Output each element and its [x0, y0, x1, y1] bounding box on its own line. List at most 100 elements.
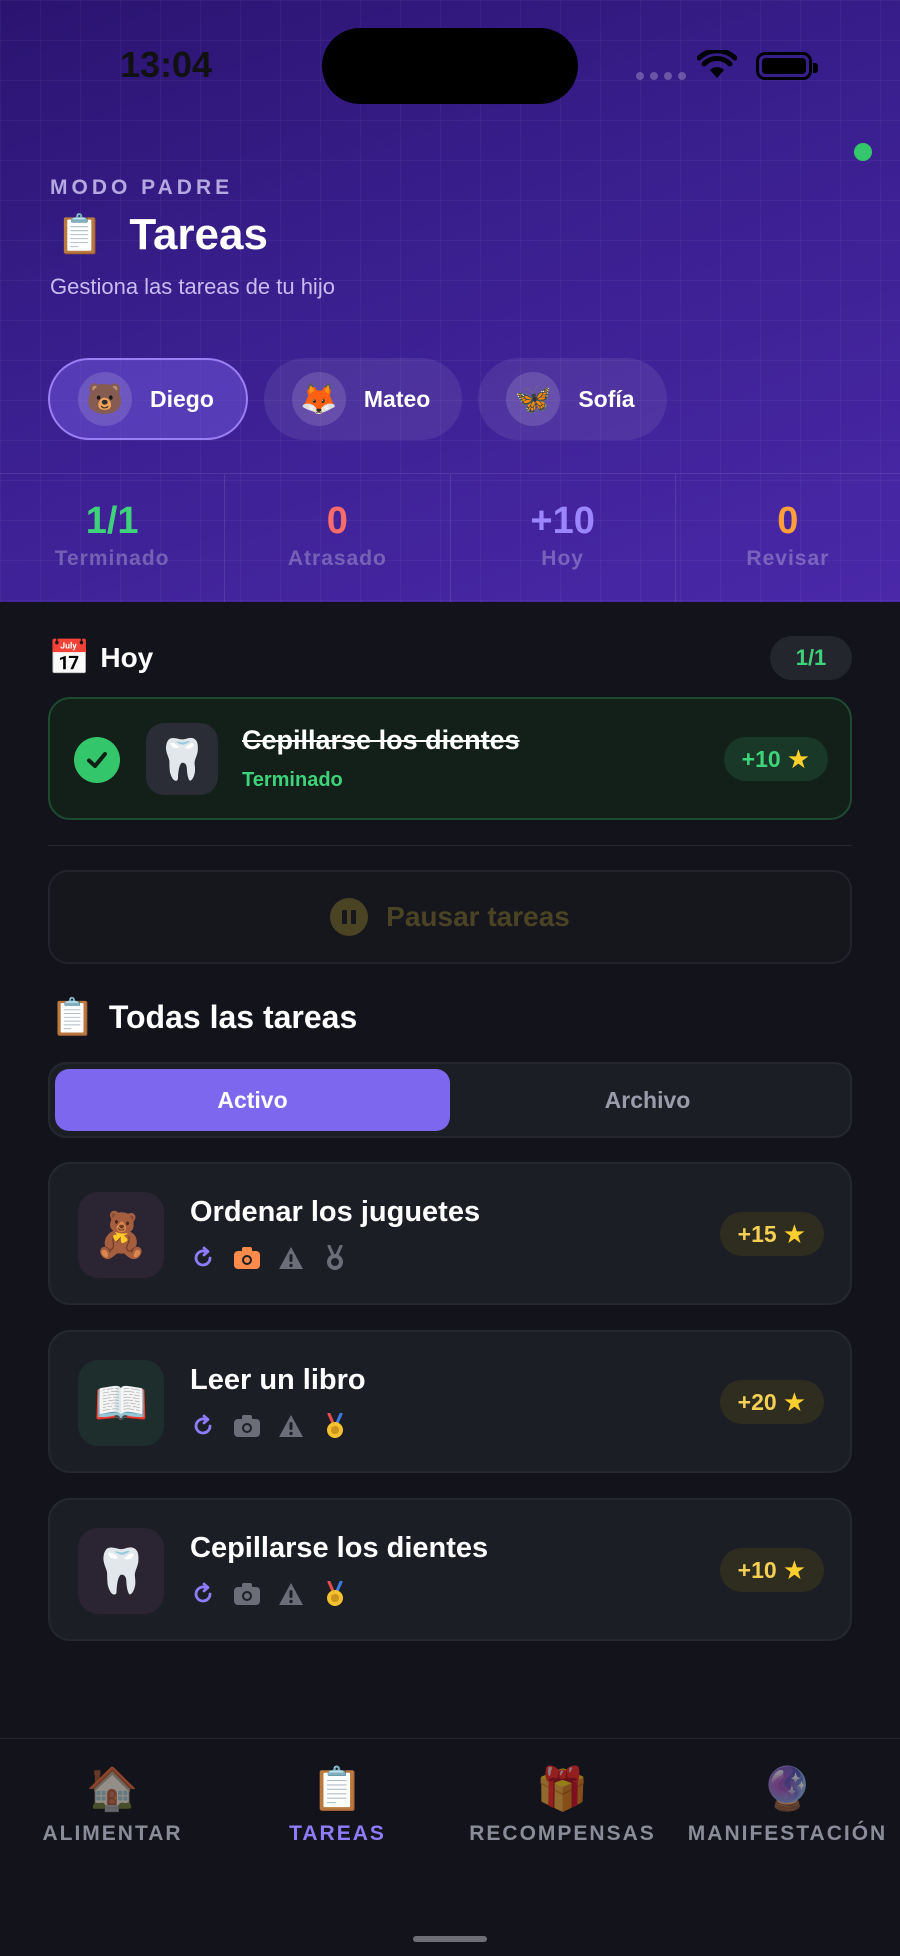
tab-activo[interactable]: Activo: [55, 1069, 450, 1131]
kid-chip-mateo[interactable]: 🦊 Mateo: [263, 358, 463, 440]
stat-label: Hoy: [541, 547, 584, 570]
online-status-dot: [854, 143, 872, 161]
clipboard-icon: 📋: [311, 1765, 364, 1812]
tooth-icon: 🦷: [78, 1528, 164, 1614]
camera-icon: [232, 1580, 262, 1608]
page-subtitle: Gestiona las tareas de tu hijo: [50, 274, 335, 299]
today-progress-badge: 1/1: [770, 636, 852, 680]
stat-value: 0: [777, 500, 799, 542]
star-icon: ★: [782, 1554, 806, 1585]
task-meta-icons: [188, 1412, 350, 1440]
task-meta-icons: [188, 1244, 350, 1272]
tab-label: RECOMPENSAS: [469, 1822, 656, 1845]
star-icon: ★: [782, 1218, 806, 1249]
section-today-heading: 📅 Hoy: [48, 638, 153, 678]
points-value: +10: [741, 745, 781, 772]
fox-avatar-icon: 🦊: [291, 372, 346, 426]
star-icon: ★: [782, 1386, 806, 1417]
tab-alimentar[interactable]: 🏠 ALIMENTAR: [0, 1765, 225, 1846]
battery-icon: [756, 52, 818, 80]
home-indicator: [413, 1936, 487, 1942]
tooth-icon: 🦷: [146, 723, 218, 795]
stat-value: 1/1: [85, 500, 139, 542]
tab-label: MANIFESTACIÓN: [687, 1822, 888, 1845]
repeat-icon: [188, 1244, 218, 1272]
stat-label: Terminado: [54, 547, 170, 570]
medal-icon: [320, 1412, 350, 1440]
crystal-ball-icon: 🔮: [761, 1765, 814, 1812]
clipboard-icon: 📋: [50, 996, 95, 1037]
warning-icon: [276, 1580, 306, 1608]
task-card[interactable]: 📖 Leer un libro +20 ★: [48, 1330, 852, 1473]
page-title: Tareas: [129, 210, 268, 259]
stat-revisar: 0 Revisar: [676, 474, 900, 602]
medal-icon: [320, 1580, 350, 1608]
status-time: 13:04: [120, 44, 213, 85]
divider: [48, 845, 852, 846]
points-value: +15: [737, 1220, 777, 1247]
title-row: 📋 Tareas: [56, 210, 268, 260]
star-icon: ★: [786, 743, 810, 774]
kid-chip-sofia[interactable]: 🦋 Sofía: [478, 358, 667, 440]
points-badge: +10 ★: [719, 1548, 824, 1592]
points-badge: +15 ★: [719, 1212, 824, 1256]
repeat-icon: [188, 1412, 218, 1440]
points-value: +20: [737, 1388, 777, 1415]
task-card[interactable]: 🦷 Cepillarse los dientes +10 ★: [48, 1498, 852, 1641]
stat-label: Atrasado: [287, 547, 387, 570]
medal-icon: [320, 1244, 350, 1272]
stat-value: +10: [530, 500, 595, 542]
check-icon[interactable]: [74, 737, 120, 783]
signal-icon: [636, 72, 686, 80]
tab-tareas[interactable]: 📋 TAREAS: [225, 1765, 450, 1846]
task-filter-segmented: Activo Archivo: [48, 1062, 852, 1138]
tab-label: TAREAS: [289, 1822, 386, 1845]
points-badge: +10 ★: [723, 737, 828, 781]
points-value: +10: [737, 1556, 777, 1583]
kid-chip-diego[interactable]: 🐻 Diego: [48, 358, 248, 440]
kid-name: Sofía: [578, 385, 635, 412]
gift-icon: 🎁: [536, 1765, 589, 1812]
stats-row: 1/1 Terminado 0 Atrasado +10 Hoy 0 Revis…: [0, 473, 900, 602]
bear-avatar-icon: 🐻: [78, 372, 132, 426]
tab-archivo[interactable]: Archivo: [450, 1069, 845, 1131]
pause-tasks-button[interactable]: Pausar tareas: [48, 870, 852, 964]
kid-selector: 🐻 Diego 🦊 Mateo 🦋 Sofía: [48, 358, 667, 440]
section-title: Hoy: [100, 642, 154, 673]
warning-icon: [276, 1412, 306, 1440]
warning-icon: [276, 1244, 306, 1272]
task-status: Terminado: [242, 769, 343, 791]
tab-label: ALIMENTAR: [42, 1822, 183, 1845]
task-title: Leer un libro: [190, 1364, 366, 1396]
dynamic-island: [322, 28, 578, 104]
task-title: Cepillarse los dientes: [190, 1532, 489, 1564]
calendar-icon: 📅: [48, 639, 91, 677]
stat-terminado: 1/1 Terminado: [0, 474, 226, 602]
stat-value: 0: [326, 500, 348, 542]
repeat-icon: [188, 1580, 218, 1608]
task-title: Cepillarse los dientes: [242, 725, 520, 755]
points-badge: +20 ★: [719, 1380, 824, 1424]
book-icon: 📖: [78, 1360, 164, 1446]
bottom-tab-bar: 🏠 ALIMENTAR 📋 TAREAS 🎁 RECOMPENSAS 🔮 MAN…: [0, 1738, 900, 1956]
task-card[interactable]: 🧸 Ordenar los juguetes +15 ★: [48, 1162, 852, 1305]
tab-manifestacion[interactable]: 🔮 MANIFESTACIÓN: [675, 1765, 900, 1846]
camera-icon: [232, 1412, 262, 1440]
wifi-icon: [697, 50, 737, 78]
kid-name: Mateo: [363, 385, 431, 412]
today-task-card[interactable]: 🦷 Cepillarse los dientes Terminado +10 ★: [48, 697, 852, 820]
camera-icon: [232, 1244, 262, 1272]
butterfly-avatar-icon: 🦋: [506, 372, 561, 426]
section-all-tasks-heading: 📋 Todas las tareas: [50, 996, 357, 1038]
kid-name: Diego: [150, 385, 214, 412]
section-title: Todas las tareas: [108, 998, 358, 1035]
task-meta-icons: [188, 1580, 350, 1608]
house-icon: 🏠: [86, 1765, 139, 1812]
tab-recompensas[interactable]: 🎁 RECOMPENSAS: [450, 1765, 675, 1846]
stat-atrasado: 0 Atrasado: [225, 474, 451, 602]
stat-hoy: +10 Hoy: [451, 474, 676, 602]
stat-label: Revisar: [746, 547, 830, 570]
mode-label: MODO PADRE: [50, 176, 234, 199]
pause-icon: [330, 898, 369, 936]
header: 13:04 MODO PADRE 📋 Tareas Gestiona las t…: [0, 0, 900, 602]
